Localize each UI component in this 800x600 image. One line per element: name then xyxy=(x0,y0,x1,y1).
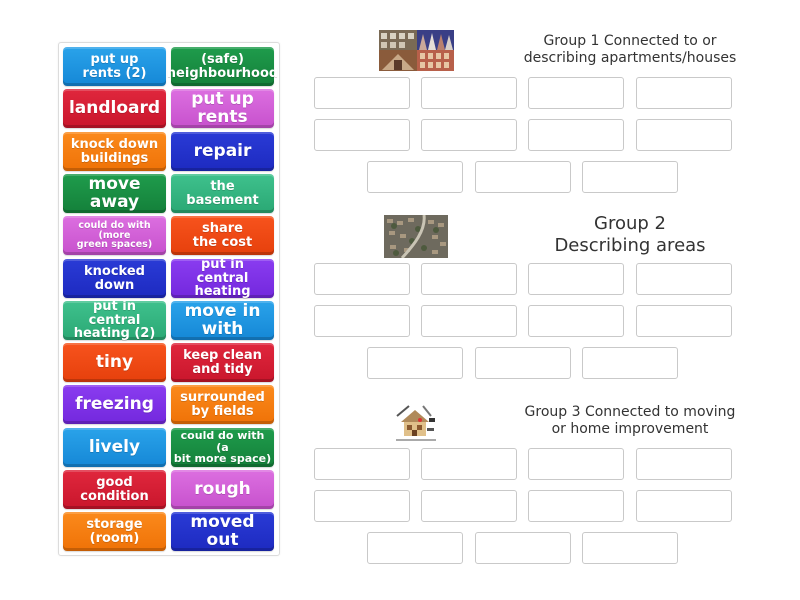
group-2-drop-slot[interactable] xyxy=(475,347,571,379)
group-3-drop-slot[interactable] xyxy=(528,490,624,522)
group-2-drop-slot[interactable] xyxy=(636,263,732,295)
word-tile[interactable]: put in central heating xyxy=(171,258,274,299)
group-1-drop-slot[interactable] xyxy=(528,119,624,151)
group-2-drop-slot[interactable] xyxy=(528,263,624,295)
group-3-drop-slot[interactable] xyxy=(421,490,517,522)
word-tile[interactable]: could do with (a bit more space) xyxy=(171,428,274,467)
word-tile[interactable]: rough xyxy=(171,470,274,509)
group-3-drop-slot[interactable] xyxy=(314,448,410,480)
word-tile[interactable]: share the cost xyxy=(171,216,274,255)
group-2-drop-slot[interactable] xyxy=(582,347,678,379)
group-1-drop-slot[interactable] xyxy=(582,161,678,193)
word-tile[interactable]: the basement xyxy=(171,174,274,213)
group-2-drop-slot[interactable] xyxy=(367,347,463,379)
group-1-drop-slot[interactable] xyxy=(421,119,517,151)
group-2-drop-slot[interactable] xyxy=(314,263,410,295)
word-tile[interactable]: knocked down xyxy=(63,259,166,298)
word-tile[interactable]: surrounded by fields xyxy=(171,385,274,424)
group-1-drop-slot[interactable] xyxy=(636,119,732,151)
word-tile[interactable]: moved out xyxy=(171,512,274,551)
group-3-drop-slot[interactable] xyxy=(528,448,624,480)
group-3-drop-slot[interactable] xyxy=(582,532,678,564)
word-tile[interactable]: landloard xyxy=(63,89,166,128)
group-1-drop-slot[interactable] xyxy=(314,119,410,151)
group-3-drop-slot[interactable] xyxy=(636,448,732,480)
group-3-image xyxy=(393,402,439,444)
word-tile[interactable]: tiny xyxy=(63,343,166,382)
word-tile[interactable]: lively xyxy=(63,428,166,467)
group-3-drop-slot[interactable] xyxy=(421,448,517,480)
word-tile[interactable]: put up rents (2) xyxy=(63,47,166,86)
group-1-drop-slot[interactable] xyxy=(421,77,517,109)
group-3-drop-slot[interactable] xyxy=(475,532,571,564)
word-tile[interactable]: good condition xyxy=(63,470,166,509)
group-2-image xyxy=(384,215,448,258)
word-tile[interactable]: knock down buildings xyxy=(63,132,166,171)
group-2-drop-slot[interactable] xyxy=(421,305,517,337)
word-tile[interactable]: put up rents xyxy=(171,89,274,128)
group-1-drop-slot[interactable] xyxy=(367,161,463,193)
group-3-title: Group 3 Connected to moving or home impr… xyxy=(524,404,736,437)
group-2-drop-slot[interactable] xyxy=(636,305,732,337)
group-1-drop-slot[interactable] xyxy=(314,77,410,109)
group-2-drop-slot[interactable] xyxy=(528,305,624,337)
word-tile[interactable]: move in with xyxy=(171,301,274,340)
group-1-image xyxy=(379,30,454,71)
word-tile[interactable]: move away xyxy=(63,174,166,213)
word-tile[interactable]: freezing xyxy=(63,385,166,424)
word-tile[interactable]: storage (room) xyxy=(63,512,166,551)
group-1-drop-slot[interactable] xyxy=(636,77,732,109)
word-tile[interactable]: repair xyxy=(171,132,274,171)
group-2-title: Group 2 Describing areas xyxy=(554,213,706,256)
word-tile[interactable]: could do with (more green spaces) xyxy=(63,216,166,255)
group-2-drop-slot[interactable] xyxy=(314,305,410,337)
word-tile[interactable]: (safe) neighbourhood xyxy=(167,47,278,86)
group-2-drop-slot[interactable] xyxy=(421,263,517,295)
word-tile[interactable]: put in central heating (2) xyxy=(63,300,166,341)
group-3-drop-slot[interactable] xyxy=(367,532,463,564)
group-3-drop-slot[interactable] xyxy=(636,490,732,522)
group-3-drop-slot[interactable] xyxy=(314,490,410,522)
word-tile[interactable]: keep clean and tidy xyxy=(171,343,274,382)
group-1-drop-slot[interactable] xyxy=(528,77,624,109)
group-1-drop-slot[interactable] xyxy=(475,161,571,193)
group-1-title: Group 1 Connected to or describing apart… xyxy=(523,33,737,66)
